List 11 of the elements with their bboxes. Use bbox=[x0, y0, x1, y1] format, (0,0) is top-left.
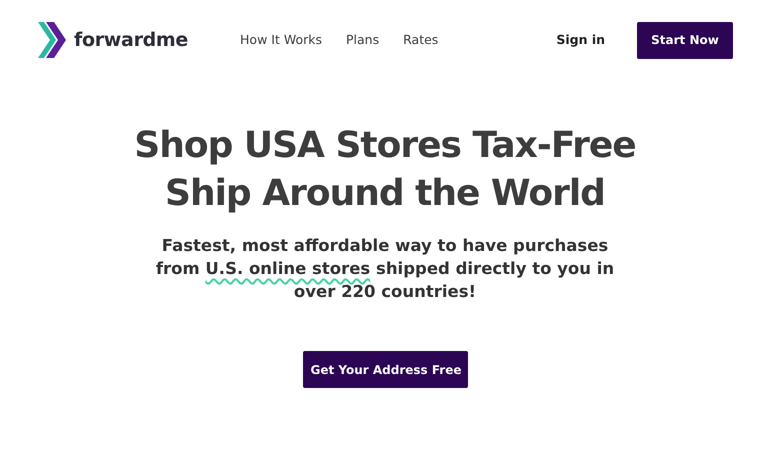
start-now-button[interactable]: Start Now bbox=[637, 22, 733, 58]
sign-in-link[interactable]: Sign in bbox=[556, 30, 605, 50]
logo-icon bbox=[38, 22, 66, 58]
nav-link[interactable]: Plans bbox=[346, 30, 380, 50]
hero-title: Shop USA Stores Tax-Free bbox=[134, 124, 636, 168]
get-address-button[interactable]: Get Your Address Free bbox=[302, 351, 468, 388]
nav-link[interactable]: How It Works bbox=[240, 30, 322, 50]
hero-subtitle: Fastest, most affordable way to have purchases from U.S. online stores shipped directly to you in over 220 countries! bbox=[154, 235, 616, 303]
nav-link[interactable]: Rates bbox=[403, 30, 438, 50]
hero-title: Ship Around the World bbox=[164, 172, 606, 216]
brand-name[interactable]: forwardme bbox=[74, 26, 188, 54]
